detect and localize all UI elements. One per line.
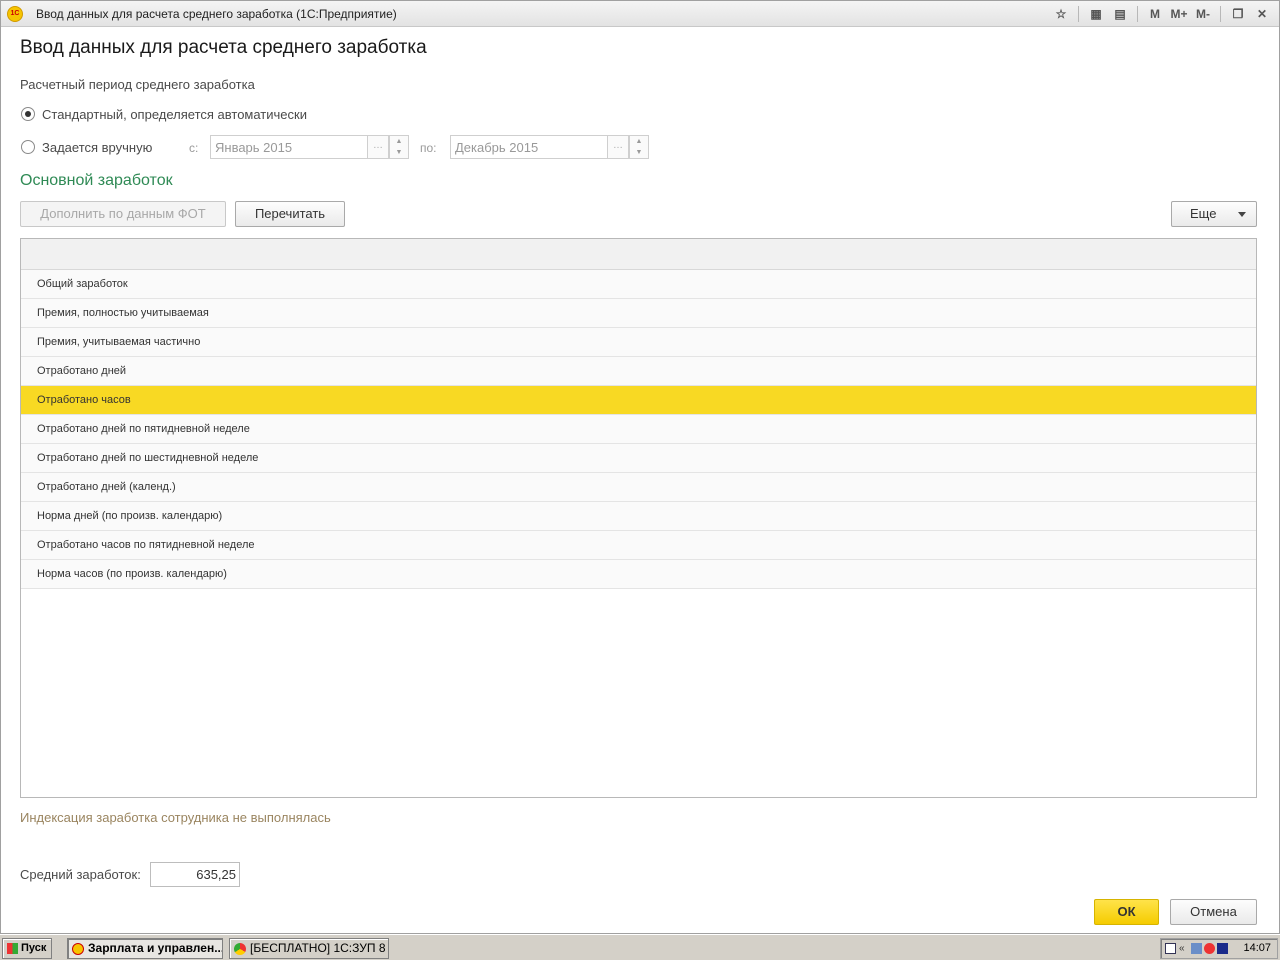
ok-button[interactable]: ОК <box>1094 899 1159 925</box>
favorite-icon[interactable]: ☆ <box>1052 4 1070 24</box>
language-icon[interactable] <box>1165 943 1176 954</box>
table-row[interactable]: Норма дней (по произв. календарю) <box>21 502 1256 531</box>
table-row[interactable]: Отработано дней <box>21 357 1256 386</box>
windows-logo-icon <box>7 943 18 954</box>
1c-app-icon <box>72 943 84 955</box>
radio-manual-label[interactable]: Задается вручную <box>42 140 152 155</box>
table-row[interactable]: Отработано часов <box>21 386 1256 415</box>
table-row[interactable]: Премия, учитываемая частично <box>21 328 1256 357</box>
more-button[interactable]: Еще <box>1171 201 1257 227</box>
section-title: Основной заработок <box>20 172 173 189</box>
radio-manual[interactable] <box>21 140 35 154</box>
page-title: Ввод данных для расчета среднего заработ… <box>20 37 427 58</box>
average-earnings-field[interactable]: 635,25 <box>150 862 240 887</box>
chevron-down-icon <box>1238 212 1246 217</box>
spin-down-icon[interactable]: ▼ <box>630 147 648 158</box>
close-icon[interactable]: ✕ <box>1253 4 1271 24</box>
taskbar-item-browser[interactable]: [БЕСПЛАТНО] 1С:ЗУП 8 ... <box>229 938 389 959</box>
average-earnings-label: Средний заработок: <box>20 867 141 882</box>
table-body: Общий заработок Премия, полностью учитыва… <box>21 270 1256 589</box>
spin-up-icon[interactable]: ▲ <box>390 136 408 147</box>
period-from-spinner[interactable]: ▲ ▼ <box>389 135 409 159</box>
taskbar-item-label: Зарплата и управлен... <box>88 941 223 955</box>
1c-logo-icon: 1С <box>7 6 23 22</box>
taskbar: Пуск Зарплата и управлен... [БЕСПЛАТНО] … <box>0 934 1280 960</box>
recalc-button[interactable]: Перечитать <box>235 201 345 227</box>
table-row[interactable]: Отработано дней (календ.) <box>21 473 1256 502</box>
system-tray: « 14:07 <box>1160 938 1278 959</box>
spin-up-icon[interactable]: ▲ <box>630 136 648 147</box>
period-from-select-button[interactable]: … <box>367 135 389 159</box>
taskbar-item-zup[interactable]: Зарплата и управлен... <box>67 938 223 959</box>
table-row[interactable]: Отработано дней по пятидневной неделе <box>21 415 1256 444</box>
period-to-field[interactable]: Декабрь 2015 <box>450 135 608 159</box>
title-bar: 1С Ввод данных для расчета среднего зара… <box>1 1 1279 27</box>
table-row[interactable]: Отработано часов по пятидневной неделе <box>21 531 1256 560</box>
earnings-table[interactable]: Общий заработок Премия, полностью учитыва… <box>20 238 1257 798</box>
network-icon[interactable] <box>1191 943 1202 954</box>
memory-plus-button[interactable]: M+ <box>1170 4 1188 24</box>
table-header <box>21 239 1256 270</box>
calendar-icon[interactable]: ▤ <box>1111 4 1129 24</box>
memory-minus-button[interactable]: M- <box>1194 4 1212 24</box>
memory-m-button[interactable]: M <box>1146 4 1164 24</box>
start-label: Пуск <box>21 942 47 954</box>
table-row[interactable]: Премия, полностью учитываемая <box>21 299 1256 328</box>
from-label: с: <box>189 141 199 155</box>
chrome-icon <box>234 943 246 955</box>
fill-fot-button[interactable]: Дополнить по данным ФОТ <box>20 201 226 227</box>
table-row[interactable]: Отработано дней по шестидневной неделе <box>21 444 1256 473</box>
dialog-window: 1С Ввод данных для расчета среднего зара… <box>0 0 1280 934</box>
to-label: по: <box>420 141 437 155</box>
radio-standard-label[interactable]: Стандартный, определяется автоматически <box>42 107 307 122</box>
table-row[interactable]: Общий заработок <box>21 270 1256 299</box>
indexation-link[interactable]: Индексация заработка сотрудника не выпол… <box>20 810 331 825</box>
period-label: Расчетный период среднего заработка <box>20 77 255 92</box>
cancel-button[interactable]: Отмена <box>1170 899 1257 925</box>
period-to-select-button[interactable]: … <box>607 135 629 159</box>
window-title: Ввод данных для расчета среднего заработ… <box>36 7 397 21</box>
table-row[interactable]: Норма часов (по произв. календарю) <box>21 560 1256 589</box>
calculator-icon[interactable]: ▦ <box>1087 4 1105 24</box>
restore-window-icon[interactable]: ❐ <box>1229 4 1247 24</box>
title-bar-buttons: ☆ ▦ ▤ M M+ M- ❐ ✕ <box>1052 4 1271 24</box>
period-to-spinner[interactable]: ▲ ▼ <box>629 135 649 159</box>
clock: 14:07 <box>1243 942 1271 954</box>
app-tray-icon[interactable] <box>1217 943 1228 954</box>
spin-down-icon[interactable]: ▼ <box>390 147 408 158</box>
start-button[interactable]: Пуск <box>2 938 52 959</box>
period-from-field[interactable]: Январь 2015 <box>210 135 368 159</box>
taskbar-item-label: [БЕСПЛАТНО] 1С:ЗУП 8 ... <box>250 941 389 955</box>
radio-standard[interactable] <box>21 107 35 121</box>
expand-tray-icon[interactable]: « <box>1179 943 1190 954</box>
antivirus-icon[interactable] <box>1204 943 1215 954</box>
more-button-label: Еще <box>1190 206 1217 221</box>
